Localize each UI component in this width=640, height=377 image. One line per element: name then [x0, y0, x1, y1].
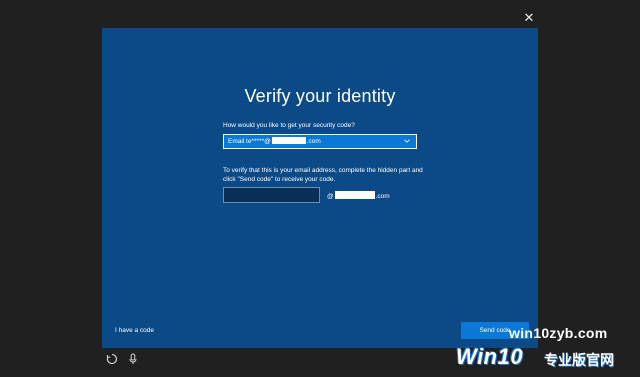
domain-suffix: .com	[375, 193, 390, 200]
close-icon[interactable]: ✕	[521, 10, 537, 26]
select-value-suffix: .com	[306, 138, 321, 145]
oobe-screen: ✕ Verify your identity How would you lik…	[0, 0, 640, 377]
ease-of-access-icon[interactable]	[106, 353, 118, 365]
redacted-block	[271, 137, 306, 144]
select-value-prefix: Email te*****@	[228, 138, 271, 145]
microphone-icon[interactable]	[127, 353, 139, 365]
verify-identity-panel: Verify your identity How would you like …	[102, 28, 538, 348]
email-domain: @ .com	[327, 191, 390, 201]
watermark-brand: Win10	[456, 344, 524, 369]
watermark: win10zyb.com Win10 专业版官网	[452, 322, 636, 374]
email-field[interactable]	[223, 187, 320, 203]
watermark-site: win10zyb.com	[509, 325, 608, 341]
watermark-subtitle: 专业版官网	[544, 352, 614, 368]
domain-prefix: @	[327, 193, 334, 200]
verify-instructions: To verify that this is your email addres…	[223, 167, 423, 183]
page-title: Verify your identity	[244, 86, 396, 106]
redacted-block	[334, 191, 375, 199]
have-code-link[interactable]: I have a code	[115, 327, 154, 334]
chevron-down-icon	[404, 139, 410, 143]
security-code-method-select[interactable]: Email te*****@ .com	[223, 134, 417, 149]
security-code-question-label: How would you like to get your security …	[223, 122, 355, 129]
